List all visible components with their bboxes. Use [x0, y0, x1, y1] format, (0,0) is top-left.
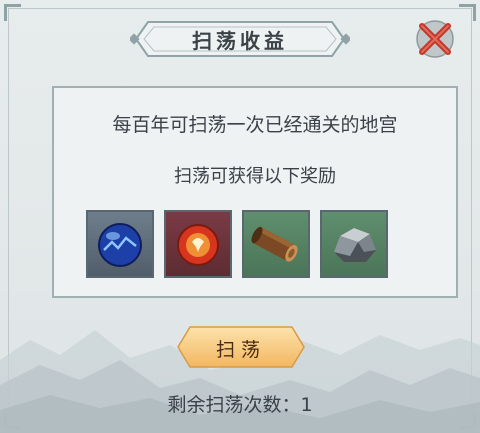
dialog-title: 扫荡收益 [192, 28, 288, 53]
rewards-caption: 扫荡可获得以下奖励 [174, 166, 336, 187]
sweep-button[interactable]: 扫荡 [176, 324, 306, 370]
blue-orb-icon [98, 223, 142, 267]
close-icon [416, 20, 454, 58]
sweep-button-label: 扫荡 [215, 339, 266, 361]
reward-item-red-orb[interactable] [164, 210, 232, 278]
red-spirit-orb-icon [177, 224, 219, 266]
frame-corner [4, 4, 21, 21]
reward-item-blue-orb[interactable] [86, 210, 154, 278]
reward-item-wood[interactable] [242, 210, 310, 278]
wood-log-icon [251, 226, 298, 262]
frame-corner [459, 4, 476, 21]
title-plate: 扫荡收益 [130, 16, 350, 62]
reward-item-ore[interactable] [320, 210, 388, 278]
sweep-rewards-dialog: 扫荡收益 每百年可扫荡一次已经通关的地宫 扫荡可获得以下奖励 扫荡 剩余扫荡次数… [0, 0, 480, 433]
reward-list [86, 210, 430, 282]
close-button[interactable] [412, 16, 458, 62]
sweep-description: 每百年可扫荡一次已经通关的地宫 [112, 114, 398, 136]
iron-ore-icon [334, 228, 376, 262]
rewards-panel: 每百年可扫荡一次已经通关的地宫 扫荡可获得以下奖励 [52, 86, 458, 298]
remaining-sweeps: 剩余扫荡次数：1 [167, 394, 313, 416]
